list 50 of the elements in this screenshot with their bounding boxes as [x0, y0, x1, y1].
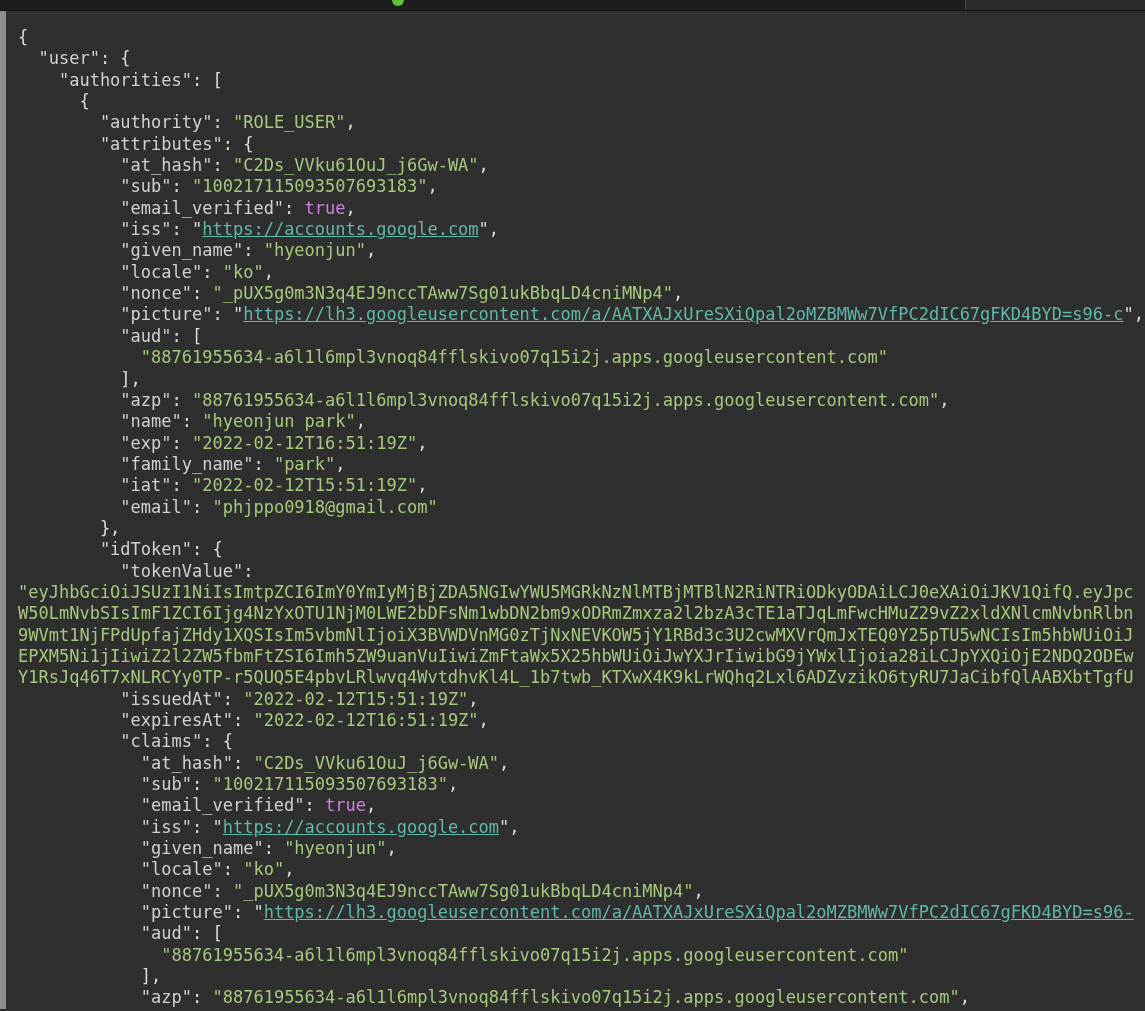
code-line: "at_hash": "C2Ds_VVku61OuJ_j6Gw-WA",	[139, 752, 511, 775]
code-line: 9WVmt1NjFPdUpfajZHdy1XQSIsIm5vbmNlIjoiX3BVWDVnMG0zTjNxNEVKOW5jY1RBd3c3U2cwMXVrQmJxTEQ0Y25pTU5wNCIsIm5hbWUiOiJ	[18, 624, 1135, 646]
code-line: "authorities": [	[57, 69, 224, 92]
code-line: "email_verified": true,	[139, 795, 378, 817]
code-line: ],	[139, 966, 163, 988]
code-line: },	[98, 517, 122, 540]
code-line: "picture": "https://lh3.googleusercontent.com/a/AATXAJxUreSXiQpal2oMZBMWw7VfPC2dIC67gFKD4BYD=s96-c",	[119, 304, 1145, 326]
code-line: "aud": [	[119, 325, 204, 348]
code-line: "given_name": "hyeonjun",	[139, 838, 398, 860]
code-line: "name": "hyeonjun park",	[119, 411, 368, 433]
code-line: "88761955634-a6l1l6mpl3vnoq84fflskivo07q15i2j.apps.googleusercontent.com"	[139, 347, 889, 369]
code-line: "iss": "https://accounts.google.com",	[119, 219, 501, 241]
code-line: "idToken": {	[98, 539, 224, 561]
code-line: "sub": "100217115093507693183",	[139, 774, 460, 796]
code-line: "email": "phjppo0918@gmail.com"	[119, 496, 439, 518]
code-line: "picture": "https://lh3.googleusercontent.com/a/AATXAJxUreSXiQpal2oMZBMWw7VfPC2dIC67gFKD4BYD=s96-	[139, 902, 1135, 924]
code-line: "88761955634-a6l1l6mpl3vnoq84fflskivo07q15i2j.apps.googleusercontent.com"	[160, 944, 910, 967]
code-line: "azp": "88761955634-a6l1l6mpl3vnoq84fflskivo07q15i2j.apps.googleusercontent.com",	[119, 389, 951, 412]
code-line: "given_name": "hyeonjun",	[119, 240, 378, 262]
code-line: EPXM5Ni1jIiwiZ2l2ZW5fbmFtZSI6Imh5ZW9uanVuIiwiZmFtaWx5X25hbWUiOiJwYXJrIiwibG9jYWxlIjoia28iLCJpYXQiOjE2NDQ2ODEw	[18, 645, 1135, 668]
code-line: "locale": "ko",	[139, 859, 296, 881]
code-line: "iss": "https://accounts.google.com",	[139, 816, 521, 839]
code-line: {	[78, 91, 91, 113]
code-line: W50LmNvbSIsImF1ZCI6Ijg4NzYxOTU1NjM0LWE2bDFsNm1wbDN2bm9xODRmZmxza2l2bzA3cTE1aTJqLmFwcHMuZ29vZ2xldXNlcmNvbnRlbn	[18, 603, 1135, 625]
code-line: "iat": "2022-02-12T15:51:19Z",	[119, 475, 429, 497]
code-line: "tokenValue":	[119, 560, 255, 582]
code-line: "issuedAt": "2022-02-12T15:51:19Z",	[119, 688, 480, 710]
code-line: "claims": {	[119, 731, 234, 753]
code-line: "eyJhbGciOiJSUzI1NiIsImtpZCI6ImY0YmIyMjBjZDA5NGIwYWU5MGRkNzNlMTBjMTBlN2RiNTRiODkyODAiLCJ0eXAiOiJKV1QifQ.eyJpc	[18, 581, 1135, 604]
code-line: "expiresAt": "2022-02-12T16:51:19Z",	[119, 710, 490, 732]
code-line: "azp": "88761955634-a6l1l6mpl3vnoq84fflskivo07q15i2j.apps.googleusercontent.com",	[139, 987, 971, 1009]
url-link[interactable]: https://accounts.google.com	[202, 219, 479, 240]
code-line: "aud": [	[139, 923, 224, 945]
code-line: "attributes": {	[98, 133, 255, 156]
code-line: {	[18, 27, 30, 49]
code-line: Y1RsJq46T7xNLRCYy0TP-r5QUQ5E4pbvLRlwvq4WvtdhvKl4L_1b7twb_KTXwX4K9kLrWQhq2Lxl6ADZvzikO6tyRU7JaCibfQlAABXbtTgfU	[18, 667, 1135, 689]
code-line: "exp": "2022-02-12T16:51:19Z",	[119, 432, 429, 454]
code-line: "at_hash": "C2Ds_VVku61OuJ_j6Gw-WA",	[119, 155, 490, 177]
code-line: "nonce": "_pUX5g0m3N3q4EJ9nccTAww7Sg01ukBbqLD4cniMNp4",	[119, 283, 685, 305]
code-line: ],	[119, 368, 142, 390]
code-line: "email_verified": true,	[119, 197, 357, 220]
code-line: "user": {	[37, 48, 132, 70]
code-line: "locale": "ko",	[119, 261, 275, 284]
code-line: "family_name": "park",	[119, 453, 347, 476]
code-line: "nonce": "_pUX5g0m3N3q4EJ9nccTAww7Sg01ukBbqLD4cniMNp4",	[139, 880, 705, 903]
url-link[interactable]: https://lh3.googleusercontent.com/a/AATXAJxUreSXiQpal2oMZBMWw7VfPC2dIC67gFKD4BYD=s96-c	[243, 304, 1124, 325]
url-link[interactable]: https://accounts.google.com	[222, 816, 500, 837]
code-line: "sub": "100217115093507693183",	[119, 176, 439, 198]
code-line: "authority": "ROLE_USER",	[98, 112, 357, 134]
url-link[interactable]: https://lh3.googleusercontent.com/a/AATXAJxUreSXiQpal2oMZBMWw7VfPC2dIC67gFKD4BYD=s96-	[263, 902, 1134, 923]
